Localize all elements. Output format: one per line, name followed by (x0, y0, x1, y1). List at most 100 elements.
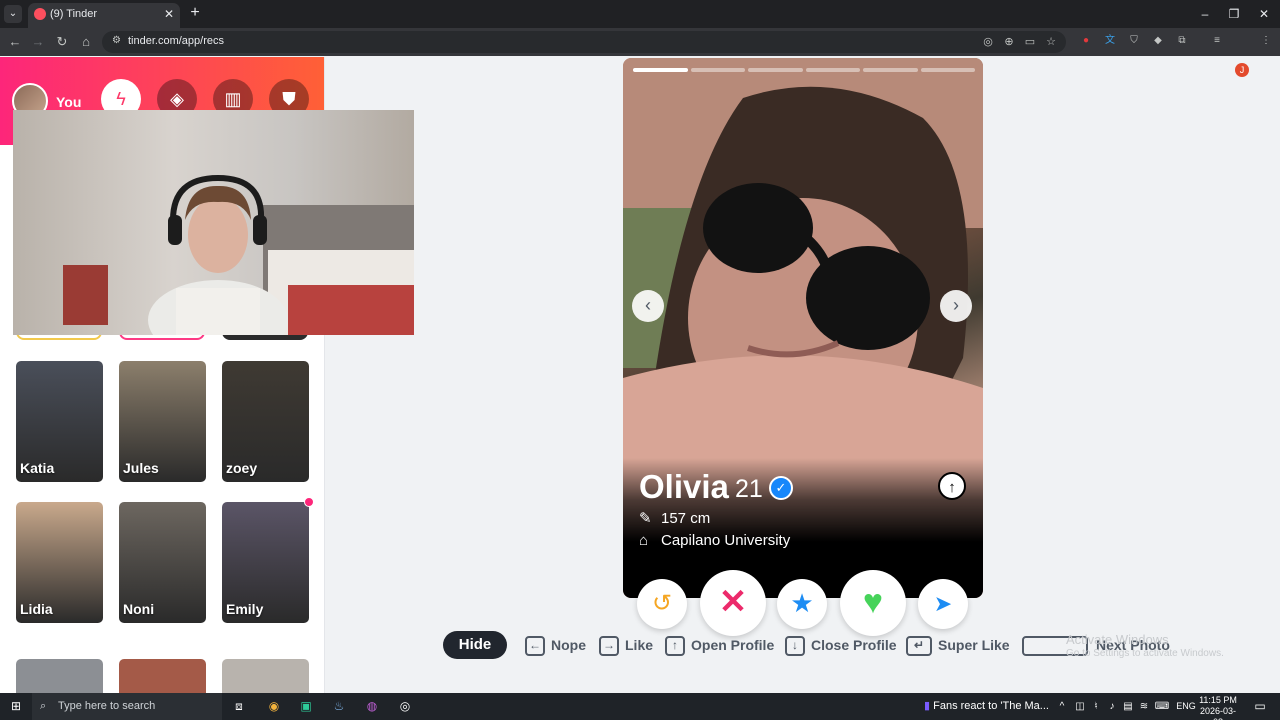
bookmark-star-icon[interactable]: ☆ (1043, 34, 1059, 50)
match-card[interactable]: Jules (119, 361, 206, 482)
match-card[interactable] (16, 659, 103, 693)
photo-progress-segment[interactable] (748, 68, 803, 72)
profile-name: Olivia (639, 468, 729, 505)
you-label[interactable]: You (56, 94, 81, 110)
location-icon[interactable]: ◎ (980, 34, 996, 50)
match-card[interactable] (119, 659, 206, 693)
windows-start-icon[interactable]: ⊞ (6, 697, 26, 716)
match-card[interactable]: Noni (119, 502, 206, 623)
taskbar-clock[interactable]: 11:15 PM 2026-03-08 (1196, 695, 1240, 720)
next-photo-icon[interactable]: › (940, 290, 972, 322)
minimize-icon[interactable]: – (1190, 0, 1220, 28)
rewind-button[interactable]: ↺ (637, 579, 687, 629)
new-tab-icon[interactable]: + (188, 3, 202, 23)
restore-icon[interactable]: ❐ (1219, 0, 1249, 28)
boost-send-button[interactable]: ➤ (918, 579, 968, 629)
profile-card[interactable]: ‹ › Olivia 21 ✓ ↑ ✎ 157 cm ⌂ Capilano Univ… (623, 58, 983, 598)
match-card[interactable]: Emily (222, 502, 309, 623)
install-app-icon[interactable]: ▭ (1022, 34, 1038, 50)
ruler-icon: ✎ (639, 510, 652, 527)
windows-taskbar: ⊞ ⌕ Type here to search ⧈ ◉ ▣ ♨ ◍ ◎ ▮ Fa… (0, 693, 1280, 720)
photo-progress-segment[interactable] (920, 68, 975, 72)
rewind-icon: ↺ (651, 590, 673, 617)
zoom-icon[interactable]: ⊕ (1001, 34, 1017, 50)
photo-progress-segment[interactable] (805, 68, 860, 72)
enter-key-icon: ↵ (906, 636, 932, 657)
new-message-dot (304, 497, 314, 507)
extension-shield-icon[interactable]: ⛉ (1127, 34, 1141, 48)
notification-icon[interactable]: ▭ (1250, 697, 1270, 716)
url-text: tinder.com/app/recs (128, 35, 224, 47)
hint-close-profile-label: Close Profile (811, 637, 897, 653)
webcam-overlay (13, 110, 414, 335)
star-icon: ★ (790, 588, 814, 618)
match-card[interactable]: zoey (222, 361, 309, 482)
close-window-icon[interactable]: ✕ (1249, 0, 1279, 28)
school-value: Capilano University (661, 532, 791, 549)
reload-icon[interactable]: ↻ (53, 33, 71, 51)
back-icon[interactable]: ← (6, 33, 24, 51)
send-icon: ➤ (933, 591, 953, 616)
site-info-icon[interactable]: ⚙ (112, 35, 121, 46)
hint-super-like-label: Super Like (938, 637, 1010, 653)
steam-icon[interactable]: ♨ (329, 697, 349, 716)
close-tab-icon[interactable]: ✕ (164, 3, 174, 25)
task-view-icon[interactable]: ⧈ (229, 697, 249, 716)
right-arrow-key-icon: → (599, 636, 619, 657)
graduation-cap-icon: ⌂ (639, 532, 649, 549)
home-icon[interactable]: ⌂ (77, 33, 95, 51)
photo-progress-segment[interactable] (690, 68, 745, 72)
hint-like: → Like (599, 632, 653, 658)
taskbar-search[interactable]: ⌕ Type here to search (32, 693, 222, 720)
open-profile-arrow-icon[interactable]: ↑ (938, 472, 966, 500)
forward-icon[interactable]: → (29, 33, 47, 51)
tinder-favicon-icon (34, 8, 46, 20)
browser-toolbar: ← → ↻ ⌂ ⚙ tinder.com/app/recs ◎ ⊕ ▭ ☆ ● … (0, 28, 1280, 77)
tab-bar: ⌄ (9) Tinder ✕ + – ❐ ✕ (0, 0, 1280, 28)
like-button[interactable]: ♥ (840, 570, 906, 636)
nope-button[interactable]: ✕ (700, 570, 766, 636)
up-arrow-key-icon: ↑ (665, 636, 685, 657)
app-green-icon[interactable]: ▣ (296, 697, 316, 716)
language-indicator[interactable]: ENG (1175, 697, 1197, 716)
search-icon: ⌕ (40, 700, 47, 712)
match-card[interactable]: Katia (16, 361, 103, 482)
discord-icon[interactable]: ◍ (362, 697, 382, 716)
hide-shortcuts-button[interactable]: Hide (443, 631, 507, 659)
super-like-button[interactable]: ★ (777, 579, 827, 629)
media-control-icon[interactable]: ≡ (1210, 34, 1224, 48)
keyboard-icon[interactable]: ⌨ (1152, 697, 1172, 716)
tray-chevron-icon[interactable]: ^ (1052, 697, 1072, 716)
chrome-taskbar-icon[interactable]: ◉ (264, 697, 284, 716)
profile-avatar[interactable]: J (1235, 63, 1249, 77)
photo-progress-segment[interactable] (633, 68, 688, 72)
left-arrow-key-icon: ← (525, 636, 545, 657)
hint-nope: ← Nope (525, 632, 586, 658)
match-card[interactable] (222, 659, 309, 693)
tab-tinder[interactable]: (9) Tinder ✕ (28, 3, 180, 28)
extension-red-icon[interactable]: ● (1079, 34, 1093, 48)
extension-translate-icon[interactable]: 文 (1103, 34, 1117, 48)
match-card[interactable]: Lidia (16, 502, 103, 623)
hint-super-like: ↵ Super Like (906, 632, 1010, 658)
menu-kebab-icon[interactable]: ⋮ (1259, 34, 1273, 48)
wifi-icon[interactable]: ≋ (1134, 697, 1154, 716)
clock-date: 2026-03-08 (1199, 706, 1237, 720)
tab-search-icon[interactable]: ⌄ (4, 5, 22, 23)
obs-icon[interactable]: ◎ (395, 697, 415, 716)
activate-windows-subtitle: Go to Settings to activate Windows. (1066, 648, 1224, 659)
news-ticker[interactable]: ▮ Fans react to 'The Ma... (924, 693, 1049, 720)
extension-diamond-icon[interactable]: ◆ (1151, 34, 1165, 48)
height-row: ✎ 157 cm (639, 509, 710, 527)
hint-open-profile-label: Open Profile (691, 637, 775, 653)
browser-window: ⌄ (9) Tinder ✕ + – ❐ ✕ ← → ↻ ⌂ ⚙ tinder.… (0, 0, 1280, 720)
activate-windows-title: Activate Windows (1066, 632, 1169, 647)
extensions-puzzle-icon[interactable]: ⧉ (1175, 34, 1189, 48)
hint-close-profile: ↓ Close Profile (785, 632, 897, 658)
previous-photo-icon[interactable]: ‹ (632, 290, 664, 322)
match-name: zoey (226, 460, 258, 476)
address-bar[interactable]: ⚙ tinder.com/app/recs ◎ ⊕ ▭ ☆ (102, 31, 1066, 53)
photo-progress-segment[interactable] (863, 68, 918, 72)
webcam-scene (63, 174, 414, 335)
photo-progress-bar (633, 68, 975, 72)
